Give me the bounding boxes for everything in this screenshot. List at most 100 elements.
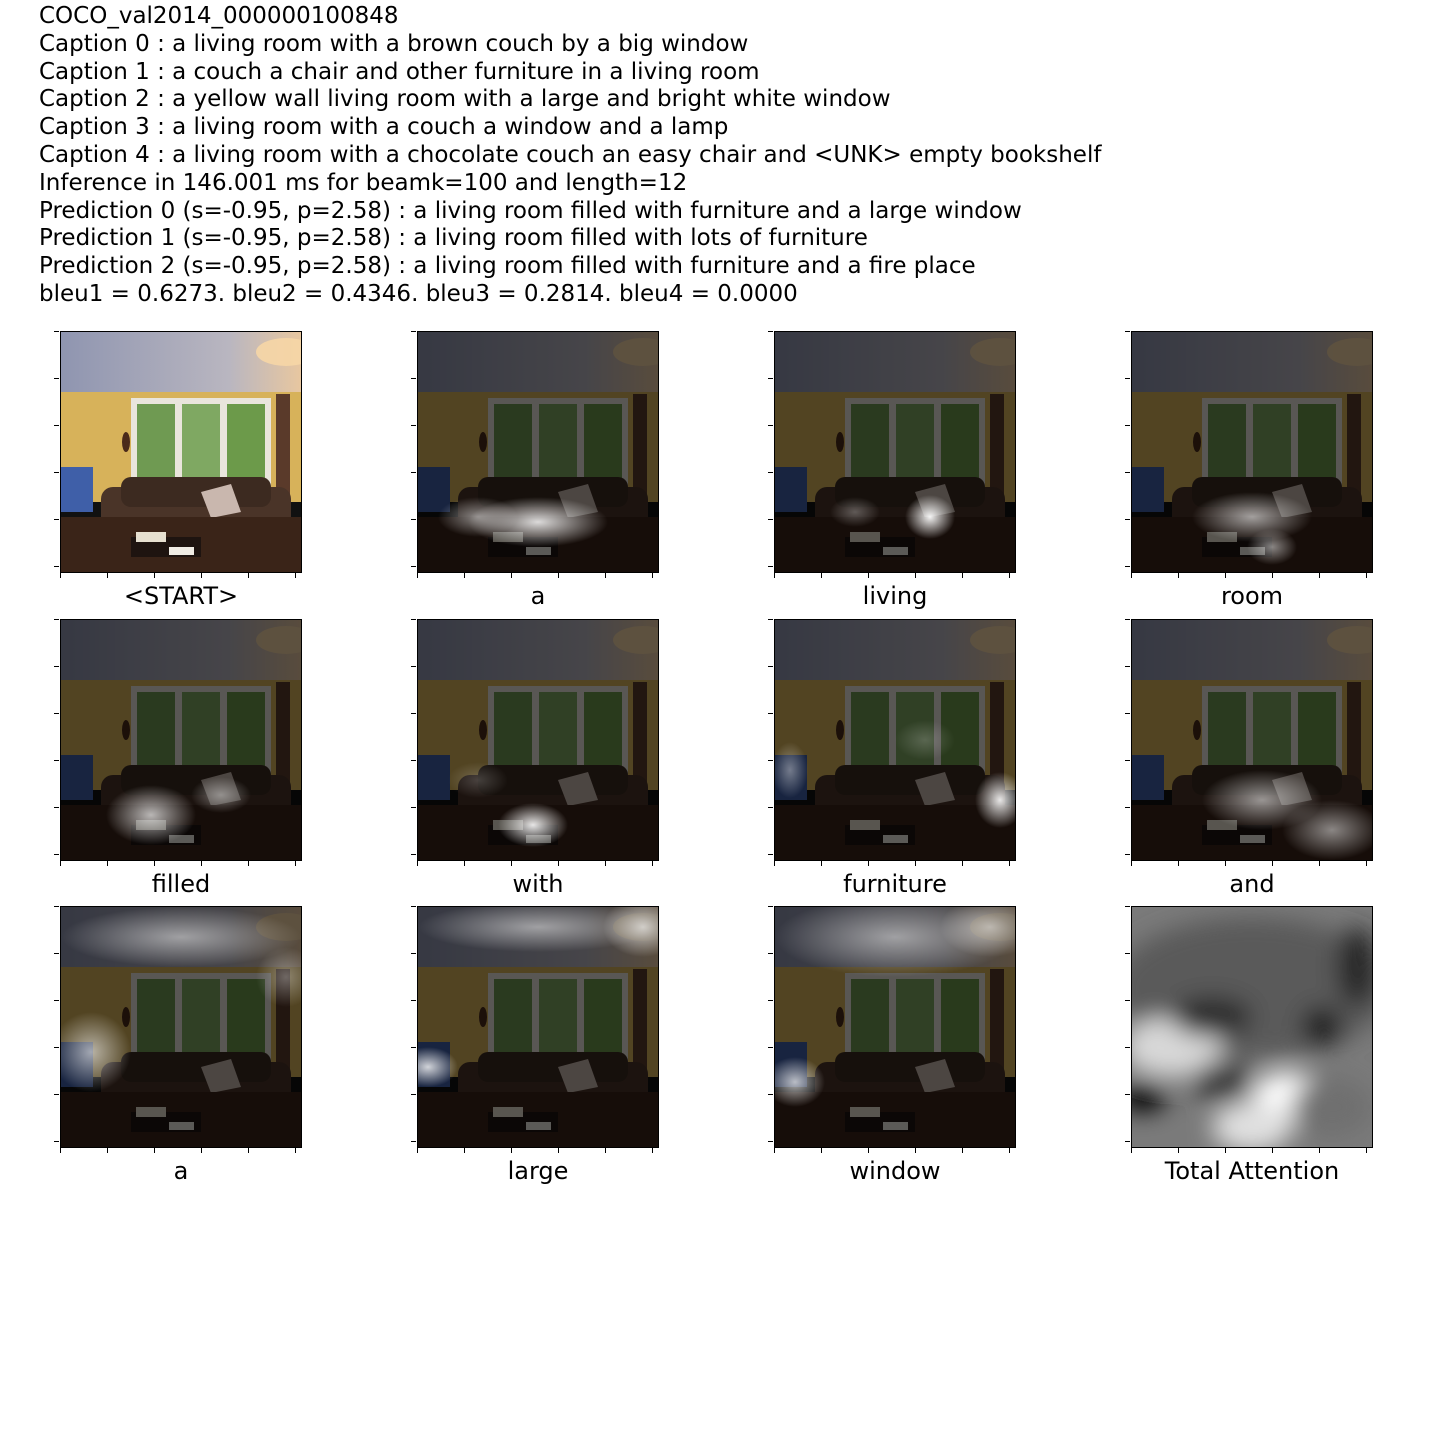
x-tick	[511, 861, 512, 866]
x-tick	[652, 861, 653, 866]
attention-overlay	[61, 907, 301, 1092]
caption-1: Caption 1 : a couch a chair and other fu…	[39, 58, 760, 85]
y-axis-ticks	[54, 619, 60, 861]
panel-image	[774, 906, 1016, 1148]
y-axis-ticks	[54, 906, 60, 1148]
panel-word-label: filled	[151, 870, 211, 898]
x-tick	[511, 1148, 512, 1153]
y-tick	[1125, 378, 1130, 379]
x-tick	[201, 573, 202, 578]
x-tick	[1272, 861, 1273, 866]
x-axis-ticks	[417, 573, 659, 579]
attention-overlay	[106, 777, 251, 845]
total-attention-map	[1132, 907, 1372, 1147]
x-tick	[60, 861, 61, 866]
attention-overlay	[775, 907, 1015, 1107]
y-tick	[54, 760, 59, 761]
panel-word-label: Total Attention	[1164, 1157, 1340, 1185]
y-tick	[54, 378, 59, 379]
x-tick	[417, 861, 418, 866]
x-tick	[464, 861, 465, 866]
x-tick	[1366, 1148, 1367, 1153]
y-tick	[768, 1047, 773, 1048]
panel-word-label: <START>	[123, 582, 239, 610]
x-tick	[201, 861, 202, 866]
y-tick	[411, 1094, 416, 1095]
x-tick	[417, 573, 418, 578]
y-tick	[411, 760, 416, 761]
x-tick	[295, 861, 296, 866]
y-tick	[768, 566, 773, 567]
x-axis-ticks	[1131, 1148, 1373, 1154]
panel-image	[417, 906, 659, 1148]
y-tick	[1125, 854, 1130, 855]
attention-overlay	[830, 495, 955, 539]
y-tick	[768, 1094, 773, 1095]
panel-word-label: window	[849, 1157, 941, 1185]
y-tick	[768, 713, 773, 714]
x-tick	[821, 861, 822, 866]
x-axis-ticks	[1131, 573, 1373, 579]
y-tick	[54, 1141, 59, 1142]
y-tick	[411, 378, 416, 379]
y-tick	[1125, 1047, 1130, 1048]
panel-word-label: with	[512, 870, 564, 898]
y-tick	[411, 566, 416, 567]
y-tick	[411, 1000, 416, 1001]
x-tick	[821, 1148, 822, 1153]
panel-image	[774, 619, 1016, 861]
y-axis-ticks	[54, 331, 60, 573]
y-tick	[411, 666, 416, 667]
y-axis-ticks	[1125, 619, 1131, 861]
x-tick	[1319, 573, 1320, 578]
y-tick	[411, 953, 416, 954]
y-tick	[411, 854, 416, 855]
x-tick	[774, 1148, 775, 1153]
caption-2: Caption 2 : a yellow wall living room wi…	[39, 86, 891, 113]
panel-word-label: room	[1220, 582, 1284, 610]
panel-word-label: furniture	[843, 870, 947, 898]
y-tick	[1125, 807, 1130, 808]
panel-image	[417, 619, 659, 861]
y-tick	[768, 472, 773, 473]
y-tick	[411, 713, 416, 714]
attention-overlay	[448, 762, 568, 847]
y-tick	[1125, 953, 1130, 954]
x-tick	[915, 573, 916, 578]
y-tick	[768, 906, 773, 907]
y-tick	[54, 1047, 59, 1048]
panel-image	[60, 331, 302, 573]
y-tick	[411, 1141, 416, 1142]
y-tick	[1125, 1000, 1130, 1001]
caption-0: Caption 0 : a living room with a brown c…	[39, 30, 749, 57]
panel-image	[60, 619, 302, 861]
y-axis-ticks	[411, 331, 417, 573]
attention-overlay	[438, 497, 608, 547]
x-tick	[962, 1148, 963, 1153]
y-tick	[54, 472, 59, 473]
x-tick	[558, 573, 559, 578]
x-tick	[1319, 1148, 1320, 1153]
inference-info: Inference in 146.001 ms for beamk=100 an…	[39, 169, 688, 196]
y-tick	[411, 906, 416, 907]
y-axis-ticks	[1125, 906, 1131, 1148]
x-axis-ticks	[60, 573, 302, 579]
x-tick	[464, 1148, 465, 1153]
x-axis-ticks	[60, 861, 302, 867]
x-tick	[154, 573, 155, 578]
x-tick	[1225, 861, 1226, 866]
x-tick	[1131, 573, 1132, 578]
panel-image	[1131, 619, 1373, 861]
x-tick	[1366, 573, 1367, 578]
attention-overlay	[1192, 492, 1312, 565]
x-tick	[1009, 861, 1010, 866]
prediction-0: Prediction 0 (s=-0.95, p=2.58) : a livin…	[39, 197, 1022, 224]
panel-image	[1131, 906, 1373, 1148]
x-axis-ticks	[774, 1148, 1016, 1154]
panel-image	[774, 331, 1016, 573]
y-tick	[411, 619, 416, 620]
y-axis-ticks	[768, 619, 774, 861]
y-tick	[54, 1094, 59, 1095]
y-tick	[54, 1000, 59, 1001]
x-tick	[1272, 573, 1273, 578]
